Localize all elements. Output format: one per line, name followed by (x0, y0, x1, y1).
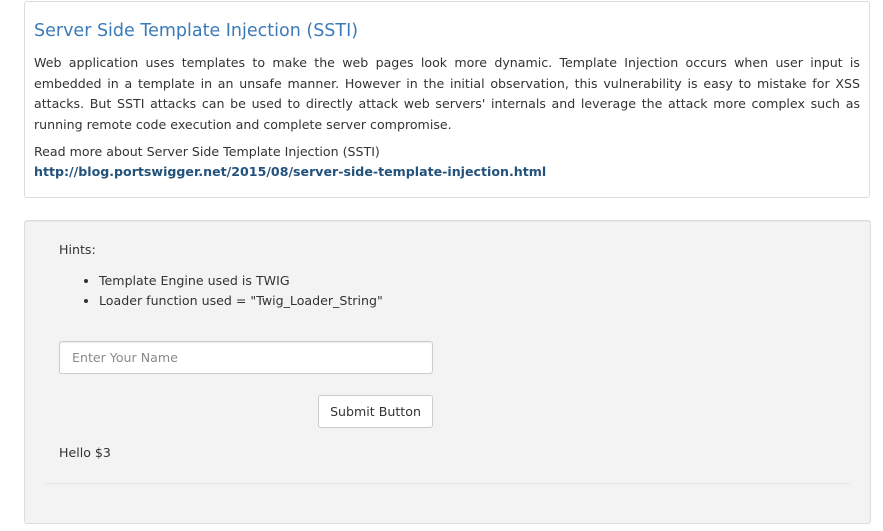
hints-list: Template Engine used is TWIG Loader func… (59, 271, 383, 311)
hints-label: Hints: (59, 242, 96, 257)
divider (45, 483, 850, 484)
hint-item: Loader function used = "Twig_Loader_Stri… (99, 291, 383, 311)
form-panel: Hints: Template Engine used is TWIG Load… (24, 220, 871, 524)
page-title: Server Side Template Injection (SSTI) (34, 21, 359, 41)
description-text: Web application uses templates to make t… (34, 55, 860, 132)
result-text: Hello $3 (59, 445, 111, 460)
name-input[interactable] (59, 341, 433, 374)
hint-item: Template Engine used is TWIG (99, 271, 383, 291)
info-panel: Server Side Template Injection (SSTI) We… (24, 1, 870, 198)
reference-link[interactable]: http://blog.portswigger.net/2015/08/serv… (34, 162, 860, 182)
submit-button[interactable]: Submit Button (318, 395, 433, 428)
read-more-text: Read more about Server Side Template Inj… (34, 144, 380, 159)
